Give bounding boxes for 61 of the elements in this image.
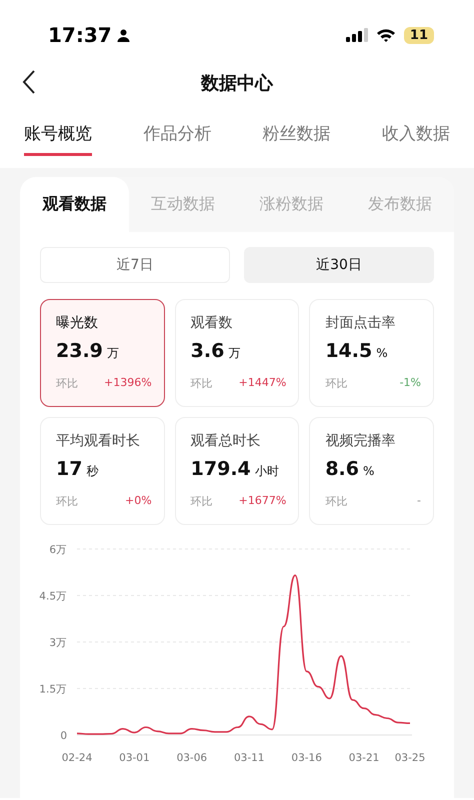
metric-unit: % <box>363 464 374 478</box>
change-percent: - <box>417 494 421 509</box>
page-title: 数据中心 <box>201 72 273 95</box>
metric-value: 23.9 <box>56 340 103 362</box>
compare-label: 环比 <box>56 376 78 391</box>
x-axis-label: 03-25 <box>394 752 426 764</box>
x-axis-label: 03-06 <box>176 752 208 764</box>
change-percent: -1% <box>400 376 421 391</box>
metric-label: 平均观看时长 <box>56 432 141 450</box>
metric-value: 14.5 <box>325 340 372 362</box>
metric-unit: 万 <box>106 345 119 362</box>
change-percent: +1677% <box>238 494 286 509</box>
wifi-icon <box>376 28 396 42</box>
category-tab[interactable]: 观看数据 <box>20 177 128 232</box>
nav-tab[interactable]: 作品分析 <box>143 108 212 156</box>
nav-tab[interactable]: 收入数据 <box>382 108 450 156</box>
clock-time: 17:37 <box>48 23 112 47</box>
y-axis-label: 3万 <box>49 637 67 649</box>
x-axis-label: 02-24 <box>62 752 92 764</box>
signal-icon <box>346 28 368 42</box>
metric-label: 封面点击率 <box>325 314 396 332</box>
date-range-button[interactable]: 近30日 <box>244 247 434 283</box>
metric-card[interactable]: 曝光数 23.9 万 环比 +1396% <box>40 299 165 407</box>
metric-value: 179.4 <box>190 458 251 480</box>
metric-value: 17 <box>56 458 82 480</box>
x-axis-label: 03-21 <box>348 752 380 764</box>
metric-unit: % <box>376 346 388 360</box>
metric-value: 3.6 <box>190 340 224 362</box>
x-axis-label: 03-16 <box>291 752 322 764</box>
y-axis-label: 6万 <box>49 544 67 556</box>
x-axis-label: 03-01 <box>119 752 150 764</box>
metric-card[interactable]: 封面点击率 14.5 % 环比 -1% <box>309 299 434 407</box>
battery-level: 11 <box>404 26 434 44</box>
compare-label: 环比 <box>56 494 78 509</box>
compare-label: 环比 <box>325 376 348 391</box>
metric-card[interactable]: 平均观看时长 17 秒 环比 +0% <box>40 417 165 525</box>
y-axis-label: 0 <box>60 730 67 742</box>
date-range-button[interactable]: 近7日 <box>40 247 230 283</box>
compare-label: 环比 <box>190 494 213 509</box>
metric-label: 曝光数 <box>56 314 99 332</box>
metric-label: 视频完播率 <box>325 432 396 450</box>
change-percent: +1396% <box>104 376 152 391</box>
x-axis-label: 03-11 <box>234 752 264 764</box>
compare-label: 环比 <box>190 376 213 391</box>
metric-value: 8.6 <box>325 458 359 480</box>
y-axis-label: 1.5万 <box>39 684 67 696</box>
y-axis-label: 4.5万 <box>39 590 67 602</box>
metric-unit: 秒 <box>86 463 98 480</box>
change-percent: +1447% <box>238 376 286 391</box>
metric-unit: 万 <box>228 345 240 362</box>
nav-tab[interactable]: 粉丝数据 <box>262 108 331 156</box>
change-percent: +0% <box>124 494 152 509</box>
metric-label: 观看总时长 <box>190 432 262 450</box>
nav-tab[interactable]: 账号概览 <box>24 108 92 156</box>
metric-card[interactable]: 视频完播率 8.6 % 环比 - <box>309 417 434 525</box>
metric-card[interactable]: 观看数 3.6 万 环比 +1447% <box>174 299 300 407</box>
compare-label: 环比 <box>325 494 348 509</box>
metric-label: 观看数 <box>190 314 234 332</box>
person-icon <box>116 28 130 42</box>
metric-unit: 小时 <box>254 463 279 480</box>
metric-card[interactable]: 观看总时长 179.4 小时 环比 +1677% <box>174 417 300 525</box>
